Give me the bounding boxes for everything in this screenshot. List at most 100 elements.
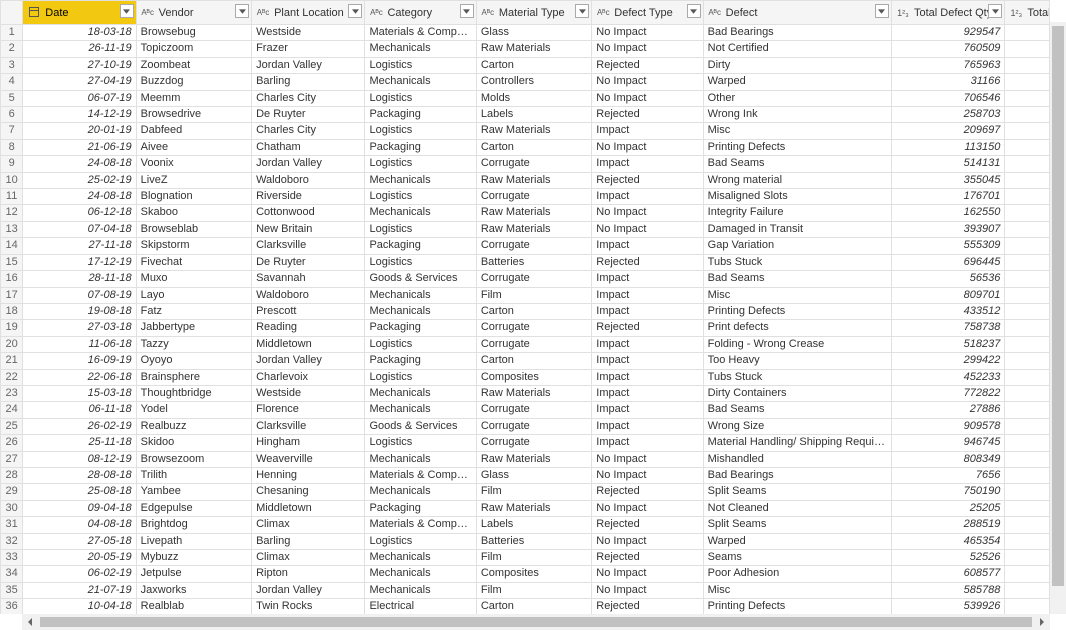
- row-number[interactable]: 30: [1, 500, 23, 516]
- cell-date[interactable]: 07-04-18: [23, 221, 136, 237]
- horizontal-scroll-thumb[interactable]: [40, 617, 1032, 627]
- cell-date[interactable]: 06-11-18: [23, 402, 136, 418]
- cell-plant[interactable]: Charlevoix: [252, 369, 365, 385]
- cell-plant[interactable]: Prescott: [252, 303, 365, 319]
- cell-date[interactable]: 22-06-18: [23, 369, 136, 385]
- cell-vendor[interactable]: Jetpulse: [136, 566, 251, 582]
- cell-category[interactable]: Materials & Components: [365, 25, 476, 41]
- cell-qty[interactable]: 393907: [891, 221, 1004, 237]
- cell-vendor[interactable]: Browseblab: [136, 221, 251, 237]
- cell-qty[interactable]: 209697: [891, 123, 1004, 139]
- cell-defect[interactable]: Bad Seams: [703, 156, 891, 172]
- cell-vendor[interactable]: Muxo: [136, 271, 251, 287]
- cell-category[interactable]: Packaging: [365, 320, 476, 336]
- cell-material[interactable]: Film: [476, 484, 591, 500]
- row-number[interactable]: 25: [1, 418, 23, 434]
- cell-date[interactable]: 17-12-19: [23, 254, 136, 270]
- cell-qty[interactable]: 909578: [891, 418, 1004, 434]
- cell-material[interactable]: Raw Materials: [476, 123, 591, 139]
- table-row[interactable]: 2526-02-19RealbuzzClarksvilleGoods & Ser…: [1, 418, 1050, 434]
- table-row[interactable]: 3009-04-18EdgepulseMiddletownPackagingRa…: [1, 500, 1050, 516]
- cell-vendor[interactable]: Browsedrive: [136, 107, 251, 123]
- table-row[interactable]: 1124-08-18BlognationRiversideLogisticsCo…: [1, 189, 1050, 205]
- cell-vendor[interactable]: Blognation: [136, 189, 251, 205]
- cell-material[interactable]: Corrugate: [476, 271, 591, 287]
- row-number[interactable]: 2: [1, 41, 23, 57]
- cell-qty[interactable]: 808349: [891, 451, 1004, 467]
- table-row[interactable]: 2116-09-19OyoyoJordan ValleyPackagingCar…: [1, 353, 1050, 369]
- cell-defect[interactable]: Warped: [703, 533, 891, 549]
- cell-dow[interactable]: [1005, 353, 1050, 369]
- cell-category[interactable]: Mechanicals: [365, 484, 476, 500]
- cell-vendor[interactable]: Topiczoom: [136, 41, 251, 57]
- cell-defect[interactable]: Bad Seams: [703, 271, 891, 287]
- row-number[interactable]: 16: [1, 271, 23, 287]
- cell-qty[interactable]: 696445: [891, 254, 1004, 270]
- row-number[interactable]: 14: [1, 238, 23, 254]
- cell-defect[interactable]: Mishandled: [703, 451, 891, 467]
- cell-dow[interactable]: [1005, 74, 1050, 90]
- cell-plant[interactable]: Hingham: [252, 435, 365, 451]
- cell-material[interactable]: Corrugate: [476, 435, 591, 451]
- cell-material[interactable]: Corrugate: [476, 238, 591, 254]
- cell-defect[interactable]: Damaged in Transit: [703, 221, 891, 237]
- cell-vendor[interactable]: LiveZ: [136, 172, 251, 188]
- cell-date[interactable]: 06-02-19: [23, 566, 136, 582]
- cell-qty[interactable]: 162550: [891, 205, 1004, 221]
- cell-dow[interactable]: [1005, 57, 1050, 73]
- cell-dow[interactable]: [1005, 467, 1050, 483]
- cell-defect[interactable]: Bad Bearings: [703, 25, 891, 41]
- cell-defect[interactable]: Misc: [703, 582, 891, 598]
- cell-plant[interactable]: Climax: [252, 550, 365, 566]
- cell-vendor[interactable]: Jaxworks: [136, 582, 251, 598]
- table-row[interactable]: 1206-12-18SkabooCottonwoodMechanicalsRaw…: [1, 205, 1050, 221]
- cell-qty[interactable]: 539926: [891, 599, 1004, 614]
- cell-date[interactable]: 28-11-18: [23, 271, 136, 287]
- cell-category[interactable]: Goods & Services: [365, 418, 476, 434]
- cell-plant[interactable]: Weaverville: [252, 451, 365, 467]
- cell-category[interactable]: Packaging: [365, 500, 476, 516]
- cell-category[interactable]: Packaging: [365, 139, 476, 155]
- cell-plant[interactable]: Waldoboro: [252, 287, 365, 303]
- cell-defecttype[interactable]: Rejected: [592, 320, 703, 336]
- cell-date[interactable]: 18-03-18: [23, 25, 136, 41]
- row-number[interactable]: 34: [1, 566, 23, 582]
- row-number[interactable]: 18: [1, 303, 23, 319]
- cell-dow[interactable]: [1005, 41, 1050, 57]
- scroll-left-arrow[interactable]: [22, 614, 38, 630]
- cell-defect[interactable]: Folding - Wrong Crease: [703, 336, 891, 352]
- cell-date[interactable]: 25-02-19: [23, 172, 136, 188]
- cell-material[interactable]: Film: [476, 582, 591, 598]
- cell-qty[interactable]: 929547: [891, 25, 1004, 41]
- cell-defecttype[interactable]: No Impact: [592, 582, 703, 598]
- cell-defecttype[interactable]: No Impact: [592, 74, 703, 90]
- row-number[interactable]: 15: [1, 254, 23, 270]
- cell-plant[interactable]: Savannah: [252, 271, 365, 287]
- cell-defect[interactable]: Material Handling/ Shipping Requirements…: [703, 435, 891, 451]
- cell-defect[interactable]: Printing Defects: [703, 139, 891, 155]
- cell-vendor[interactable]: Voonix: [136, 156, 251, 172]
- cell-category[interactable]: Materials & Components: [365, 467, 476, 483]
- cell-date[interactable]: 24-08-18: [23, 156, 136, 172]
- cell-category[interactable]: Mechanicals: [365, 550, 476, 566]
- cell-material[interactable]: Composites: [476, 566, 591, 582]
- cell-category[interactable]: Packaging: [365, 107, 476, 123]
- cell-defect[interactable]: Seams: [703, 550, 891, 566]
- row-number[interactable]: 23: [1, 385, 23, 401]
- table-row[interactable]: 614-12-19BrowsedriveDe RuyterPackagingLa…: [1, 107, 1050, 123]
- cell-plant[interactable]: Middletown: [252, 500, 365, 516]
- cell-qty[interactable]: 706546: [891, 90, 1004, 106]
- cell-qty[interactable]: 514131: [891, 156, 1004, 172]
- table-row[interactable]: 3227-05-18LivepathBarlingLogisticsBatter…: [1, 533, 1050, 549]
- cell-date[interactable]: 27-05-18: [23, 533, 136, 549]
- cell-qty[interactable]: 258703: [891, 107, 1004, 123]
- cell-date[interactable]: 14-12-19: [23, 107, 136, 123]
- cell-date[interactable]: 27-11-18: [23, 238, 136, 254]
- cell-dow[interactable]: [1005, 550, 1050, 566]
- cell-vendor[interactable]: Fivechat: [136, 254, 251, 270]
- cell-plant[interactable]: Jordan Valley: [252, 57, 365, 73]
- cell-vendor[interactable]: Oyoyo: [136, 353, 251, 369]
- cell-dow[interactable]: [1005, 320, 1050, 336]
- cell-defecttype[interactable]: No Impact: [592, 533, 703, 549]
- table-row[interactable]: 3521-07-19JaxworksJordan ValleyMechanica…: [1, 582, 1050, 598]
